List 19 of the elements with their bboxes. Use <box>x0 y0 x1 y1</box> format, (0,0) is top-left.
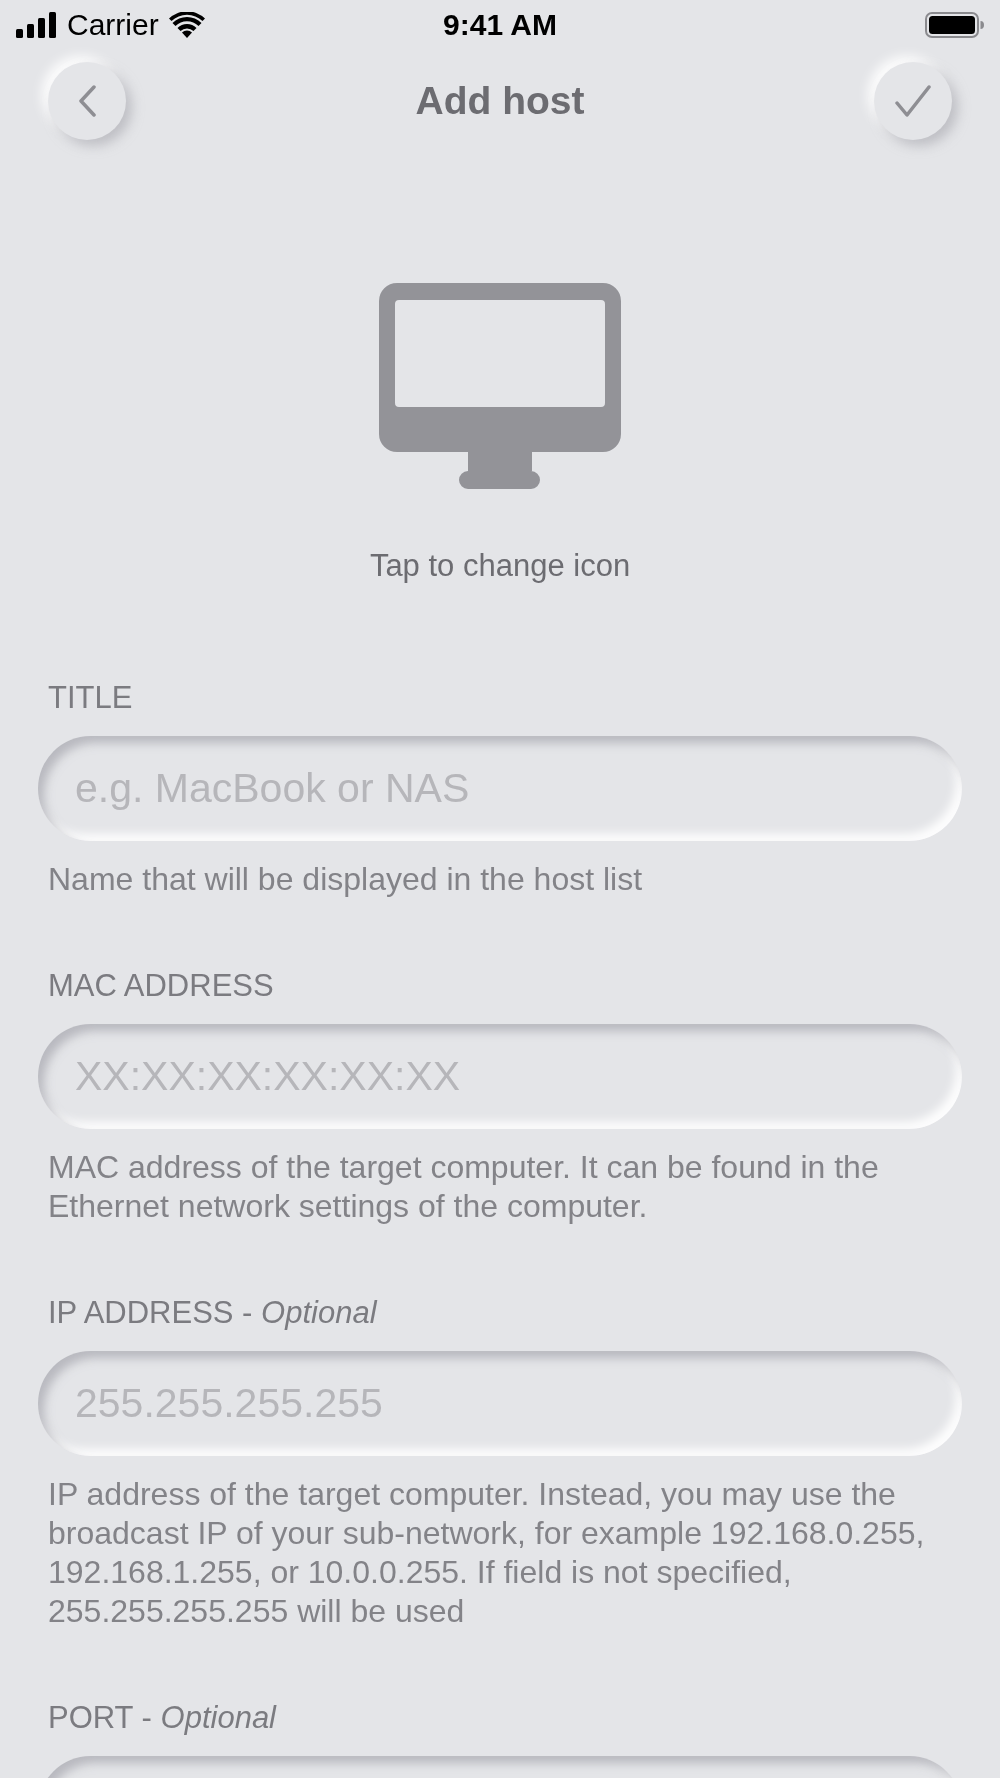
chevron-left-icon <box>78 85 96 117</box>
field-hint: Name that will be displayed in the host list <box>47 860 644 899</box>
field-label: TITLE <box>47 681 134 715</box>
field-label: IP ADDRESS - Optional <box>47 1296 379 1330</box>
monitor-icon[interactable] <box>379 283 621 489</box>
signal-icon <box>16 12 57 38</box>
field-hint: MAC address of the target computer. It can be found in the Ethernet network settings of the computer. <box>47 1148 880 1226</box>
icon-caption: Tap to change icon <box>369 549 631 583</box>
status-time: 9:41 AM <box>443 8 557 42</box>
field-hint: IP address of the target computer. Instead, you may use the broadcast IP of your sub-network, for example 192.168.0.255, 192.168.1.255, or 10.0.0.255. If field is not specified, 255.255.255.255 will be used <box>47 1475 926 1631</box>
checkmark-icon <box>895 85 931 117</box>
battery-icon <box>925 12 984 38</box>
wifi-icon <box>168 12 205 38</box>
back-button[interactable] <box>48 62 126 140</box>
page-title: Add host <box>415 78 585 124</box>
field-label: MAC ADDRESS <box>47 969 275 1003</box>
field-label: PORT - Optional <box>47 1701 278 1735</box>
carrier-name: Carrier <box>67 8 159 42</box>
confirm-button[interactable] <box>874 62 952 140</box>
